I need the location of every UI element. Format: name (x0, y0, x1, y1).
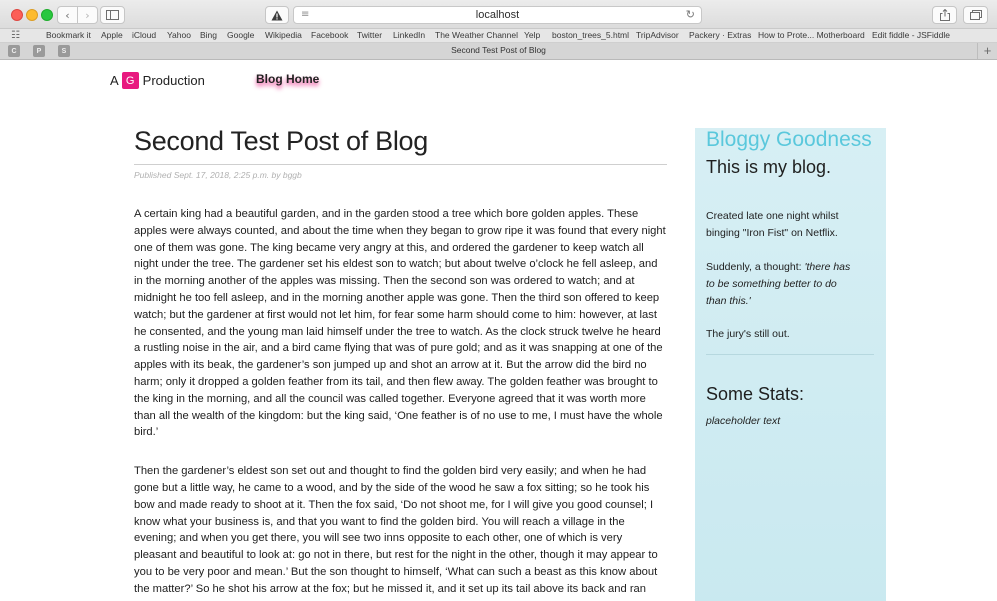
bookmark-item[interactable]: Bookmark it (46, 30, 91, 40)
post-meta: Published Sept. 17, 2018, 2:25 p.m. by b… (134, 170, 302, 180)
url-text: localhost (475, 9, 520, 21)
sidebar-paragraph: Created late one night whilst binging "I… (706, 210, 839, 239)
tab-bar: C P S Second Test Post of Blog + (0, 43, 997, 60)
sidebar-paragraph: Suddenly, a thought: 'there has to be so… (706, 259, 856, 309)
bookmark-item[interactable]: boston_trees_5.html (552, 30, 629, 40)
minimize-window-button[interactable] (26, 9, 38, 21)
bookmark-item[interactable]: Bing (200, 30, 217, 40)
reload-icon[interactable]: ↻ (686, 8, 695, 21)
active-tab-title[interactable]: Second Test Post of Blog (0, 45, 997, 55)
bookmark-item[interactable]: TripAdvisor (636, 30, 679, 40)
bookmark-item[interactable]: How to Prote... Motherboard (758, 30, 865, 40)
site-logo[interactable]: A G Production (110, 72, 205, 89)
sidebar-thought-prefix: Suddenly, a thought: (706, 261, 805, 273)
title-divider (134, 164, 667, 165)
new-tab-button[interactable]: + (977, 43, 997, 59)
address-bar[interactable]: ≡ localhost ↻ (293, 6, 702, 24)
bookmark-item[interactable]: Twitter (357, 30, 382, 40)
tab-overview-button[interactable] (963, 6, 988, 24)
bookmark-item[interactable]: Packery · Extras (689, 30, 751, 40)
bookmark-item[interactable]: Yelp (524, 30, 540, 40)
bookmark-item[interactable]: Facebook (311, 30, 348, 40)
share-icon (939, 9, 950, 21)
sidebar-subtitle: This is my blog. (706, 157, 832, 177)
reader-icon[interactable]: ≡ (301, 9, 309, 20)
sidebar-toggle-button[interactable] (100, 6, 125, 24)
close-window-button[interactable] (11, 9, 23, 21)
tabs-overview-icon (969, 10, 982, 20)
bookmark-item[interactable]: Wikipedia (265, 30, 302, 40)
bookmark-item[interactable]: The Weather Channel (435, 30, 518, 40)
chevron-left-icon: ‹ (65, 8, 70, 22)
sidebar: Bloggy Goodness This is my blog. Created… (695, 128, 886, 601)
blog-home-link[interactable]: Blog Home (256, 72, 319, 86)
back-button[interactable]: ‹ (57, 6, 78, 24)
chevron-right-icon: › (85, 8, 90, 22)
post-paragraph: A certain king had a beautiful garden, a… (134, 208, 666, 439)
share-button[interactable] (932, 6, 957, 24)
zoom-window-button[interactable] (41, 9, 53, 21)
warning-button[interactable] (265, 6, 289, 24)
sidebar-divider (706, 354, 874, 355)
stats-placeholder: placeholder text (706, 415, 781, 427)
sidebar-paragraph: The jury's still out. (706, 328, 790, 340)
logo-prefix: A (110, 73, 119, 88)
post-paragraph: Then the gardener’s eldest son set out a… (134, 465, 658, 601)
sidebar-title: Bloggy Goodness (706, 128, 872, 151)
post-article: Second Test Post of Blog Published Sept.… (134, 123, 667, 601)
bookmarks-bar: ☷ Bookmark it Apple iCloud Yahoo Bing Go… (0, 29, 997, 43)
grid-icon[interactable]: ☷ (11, 30, 20, 41)
bookmark-item[interactable]: iCloud (132, 30, 156, 40)
bookmark-item[interactable]: Edit fiddle - JSFiddle (872, 30, 950, 40)
web-page: A G Production Blog Home Second Test Pos… (0, 61, 997, 601)
bookmark-item[interactable]: Apple (101, 30, 123, 40)
browser-toolbar: ‹ › ≡ localhost ↻ (0, 0, 997, 29)
bookmark-item[interactable]: Google (227, 30, 254, 40)
forward-button[interactable]: › (77, 6, 98, 24)
logo-g-badge: G (121, 72, 139, 89)
stats-heading: Some Stats: (706, 384, 805, 404)
sidebar-icon (106, 10, 119, 20)
logo-suffix: Production (142, 73, 205, 88)
bookmark-item[interactable]: LinkedIn (393, 30, 425, 40)
warning-icon (271, 10, 283, 20)
bookmark-item[interactable]: Yahoo (167, 30, 191, 40)
post-title: Second Test Post of Blog (134, 126, 428, 156)
